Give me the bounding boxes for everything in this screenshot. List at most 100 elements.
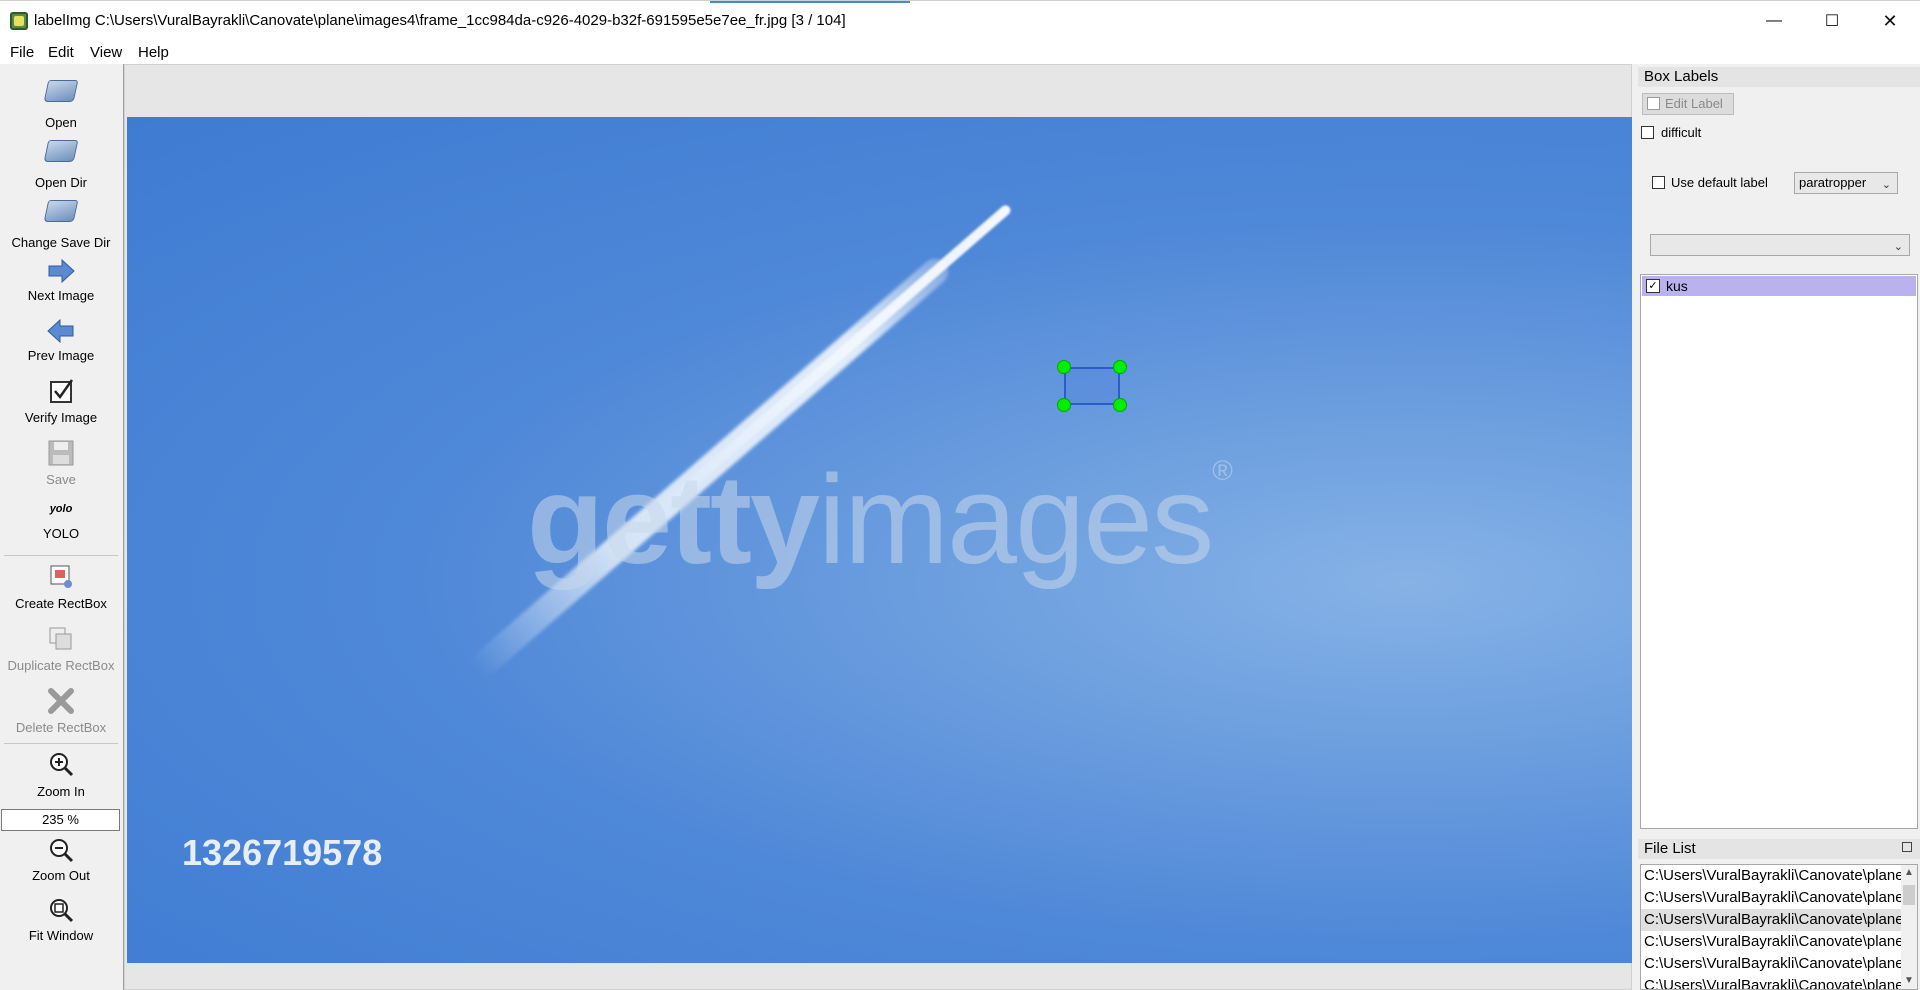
next-image-label: Next Image bbox=[27, 288, 95, 303]
file-list-item[interactable]: C:\Users\VuralBayrakli\Canovate\plane\im… bbox=[1641, 953, 1903, 975]
file-list-title-text: File List bbox=[1644, 840, 1696, 857]
use-default-label-text: Use default label bbox=[1671, 175, 1768, 190]
scroll-up-icon[interactable]: ▲ bbox=[1904, 867, 1914, 878]
default-label-value: paratropper bbox=[1799, 175, 1867, 190]
menu-view[interactable]: View bbox=[90, 44, 122, 61]
delete-x-icon bbox=[48, 688, 74, 714]
file-list-item-selected[interactable]: C:\Users\VuralBayrakli\Canovate\plane\im… bbox=[1641, 909, 1903, 931]
toolbar-separator bbox=[4, 555, 118, 556]
open-dir-label: Open Dir bbox=[34, 175, 88, 190]
chevron-down-icon: ⌄ bbox=[1893, 241, 1903, 253]
scrollbar-thumb[interactable] bbox=[1903, 885, 1915, 905]
title-bar: labelImg C:\Users\VuralBayrakli\Canovate… bbox=[0, 0, 1920, 40]
window-title: labelImg C:\Users\VuralBayrakli\Canovate… bbox=[34, 12, 846, 29]
menu-edit[interactable]: Edit bbox=[48, 44, 74, 61]
file-list-item[interactable]: C:\Users\VuralBayrakli\Canovate\plane\im… bbox=[1641, 975, 1903, 989]
menu-bar: File Edit View Help bbox=[0, 40, 1920, 64]
bounding-box[interactable] bbox=[1064, 367, 1120, 405]
difficult-checkbox[interactable] bbox=[1641, 126, 1654, 139]
canvas-area[interactable]: gettyimages® 1326719578 bbox=[124, 64, 1632, 990]
edit-label-text: Edit Label bbox=[1665, 96, 1723, 111]
watermark: gettyimages® bbox=[527, 455, 1233, 583]
zoom-out-icon bbox=[50, 839, 74, 863]
duplicate-rectbox-button[interactable]: Duplicate RectBox bbox=[0, 622, 122, 677]
watermark-bold: getty bbox=[527, 449, 820, 590]
arrow-right-icon bbox=[48, 258, 75, 284]
zoom-in-button[interactable]: Zoom In bbox=[0, 748, 122, 803]
close-button[interactable]: ✕ bbox=[1861, 1, 1919, 41]
watermark-light: images bbox=[818, 449, 1214, 590]
right-panel: Box Labels Edit Label difficult Use defa… bbox=[1636, 64, 1920, 990]
image-id-text: 1326719578 bbox=[182, 832, 383, 873]
box-labels-title: Box Labels bbox=[1638, 67, 1920, 87]
difficult-label: difficult bbox=[1661, 125, 1702, 140]
file-list-item[interactable]: C:\Users\VuralBayrakli\Canovate\plane\im… bbox=[1641, 865, 1903, 887]
verify-image-label: Verify Image bbox=[24, 410, 98, 425]
pencil-icon bbox=[1647, 97, 1660, 110]
label-list-item[interactable]: ✓ kus bbox=[1642, 276, 1916, 296]
bbox-handle-top-left[interactable] bbox=[1057, 360, 1071, 374]
prev-image-label: Prev Image bbox=[27, 348, 95, 363]
file-list-item[interactable]: C:\Users\VuralBayrakli\Canovate\plane\im… bbox=[1641, 887, 1903, 909]
fit-window-button[interactable]: Fit Window bbox=[0, 894, 122, 949]
edit-label-button[interactable]: Edit Label bbox=[1642, 93, 1734, 115]
fit-window-icon bbox=[50, 899, 74, 923]
folder-icon bbox=[43, 80, 79, 102]
zoom-in-icon bbox=[50, 753, 74, 777]
bbox-handle-bottom-right[interactable] bbox=[1113, 398, 1127, 412]
watermark-mark: ® bbox=[1212, 455, 1233, 486]
bbox-handle-bottom-left[interactable] bbox=[1057, 398, 1071, 412]
title-accent bbox=[710, 1, 910, 3]
file-list: C:\Users\VuralBayrakli\Canovate\plane\im… bbox=[1640, 864, 1918, 990]
chevron-down-icon: ⌄ bbox=[1881, 179, 1891, 191]
minimize-button[interactable]: — bbox=[1745, 1, 1803, 41]
image-canvas[interactable]: gettyimages® 1326719578 bbox=[127, 117, 1632, 963]
zoom-out-button[interactable]: Zoom Out bbox=[0, 834, 122, 889]
file-list-scrollbar[interactable]: ▲ ▼ bbox=[1901, 865, 1917, 989]
default-label-select[interactable]: paratropper ⌄ bbox=[1794, 172, 1898, 194]
zoom-out-label: Zoom Out bbox=[32, 868, 90, 883]
zoom-percent-input[interactable]: 235 % bbox=[1, 809, 120, 831]
format-button[interactable]: yolo YOLO bbox=[0, 499, 122, 554]
open-button[interactable]: Open bbox=[0, 74, 122, 130]
checkbox-icon bbox=[50, 379, 74, 403]
fit-window-label: Fit Window bbox=[28, 928, 94, 943]
prev-image-button[interactable]: Prev Image bbox=[0, 314, 122, 369]
open-dir-button[interactable]: Open Dir bbox=[0, 134, 122, 190]
toolbar: Open Open Dir Change Save Dir Next Image… bbox=[0, 64, 124, 990]
create-rect-icon bbox=[50, 565, 72, 588]
open-label: Open bbox=[45, 115, 77, 130]
delete-rectbox-button[interactable]: Delete RectBox bbox=[0, 684, 122, 739]
toolbar-separator bbox=[4, 743, 118, 744]
file-list-item[interactable]: C:\Users\VuralBayrakli\Canovate\plane\im… bbox=[1641, 931, 1903, 953]
verify-image-button[interactable]: Verify Image bbox=[0, 374, 122, 429]
save-label: Save bbox=[46, 472, 76, 487]
next-image-button[interactable]: Next Image bbox=[0, 254, 122, 309]
change-save-dir-label: Change Save Dir bbox=[11, 235, 111, 250]
menu-help[interactable]: Help bbox=[138, 44, 169, 61]
format-label: YOLO bbox=[42, 526, 80, 541]
label-filter-select[interactable]: ⌄ bbox=[1650, 234, 1910, 256]
zoom-in-label: Zoom In bbox=[37, 784, 85, 799]
folder-icon bbox=[43, 200, 79, 222]
scroll-down-icon[interactable]: ▼ bbox=[1904, 975, 1914, 986]
duplicate-rectbox-label: Duplicate RectBox bbox=[7, 658, 115, 673]
arrow-left-icon bbox=[47, 318, 74, 344]
maximize-button[interactable]: ☐ bbox=[1803, 1, 1861, 41]
save-button[interactable]: Save bbox=[0, 436, 122, 491]
app-icon bbox=[10, 12, 28, 30]
float-dock-icon[interactable] bbox=[1902, 842, 1912, 852]
yolo-icon: yolo bbox=[49, 503, 73, 515]
menu-file[interactable]: File bbox=[10, 44, 34, 61]
label-name: kus bbox=[1666, 278, 1688, 294]
floppy-icon bbox=[48, 440, 74, 466]
delete-rectbox-label: Delete RectBox bbox=[15, 720, 107, 735]
use-default-label-checkbox[interactable] bbox=[1652, 176, 1665, 189]
label-checkbox[interactable]: ✓ bbox=[1646, 279, 1660, 293]
create-rectbox-button[interactable]: Create RectBox bbox=[0, 560, 122, 615]
folder-icon bbox=[43, 140, 79, 162]
duplicate-icon bbox=[49, 627, 72, 650]
file-list-title: File List bbox=[1638, 839, 1920, 859]
bbox-handle-top-right[interactable] bbox=[1113, 360, 1127, 374]
change-save-dir-button[interactable]: Change Save Dir bbox=[0, 194, 122, 250]
